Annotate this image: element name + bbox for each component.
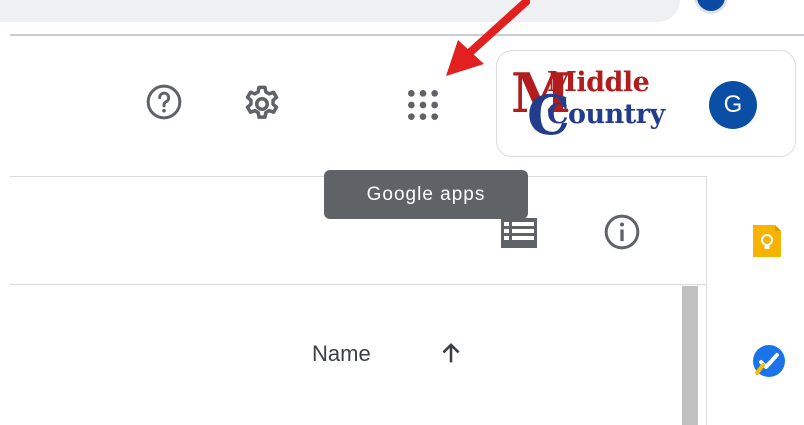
help-button[interactable] (142, 80, 186, 124)
settings-button[interactable] (238, 80, 286, 128)
grid-dots-icon (408, 90, 438, 120)
organization-logo: M C Middle Country (511, 61, 665, 147)
gear-icon (245, 85, 279, 119)
sort-direction-button[interactable] (434, 336, 468, 370)
column-header-name[interactable]: Name (312, 341, 371, 367)
account-switcher[interactable]: M C Middle Country G (496, 50, 796, 157)
list-header-divider (10, 284, 706, 285)
help-circle-icon (146, 84, 182, 120)
details-button[interactable] (598, 208, 646, 256)
list-view-button[interactable] (496, 214, 542, 252)
scrollbar[interactable] (682, 286, 698, 425)
logo-text-middle: Middle (547, 67, 650, 98)
tasks-button[interactable] (748, 340, 790, 382)
header-divider (10, 34, 804, 36)
google-apps-tooltip: Google apps (324, 170, 528, 219)
list-view-icon (501, 218, 537, 248)
tasks-icon (753, 345, 785, 377)
arrow-up-icon (442, 343, 460, 363)
top-account-avatar[interactable] (694, 0, 728, 14)
info-icon (604, 214, 640, 250)
avatar[interactable]: G (709, 81, 757, 129)
keep-button[interactable] (748, 222, 786, 260)
side-panel-divider (706, 176, 707, 425)
keep-icon (753, 225, 781, 257)
search-bar[interactable] (0, 0, 680, 22)
logo-text-country: Country (547, 99, 665, 130)
